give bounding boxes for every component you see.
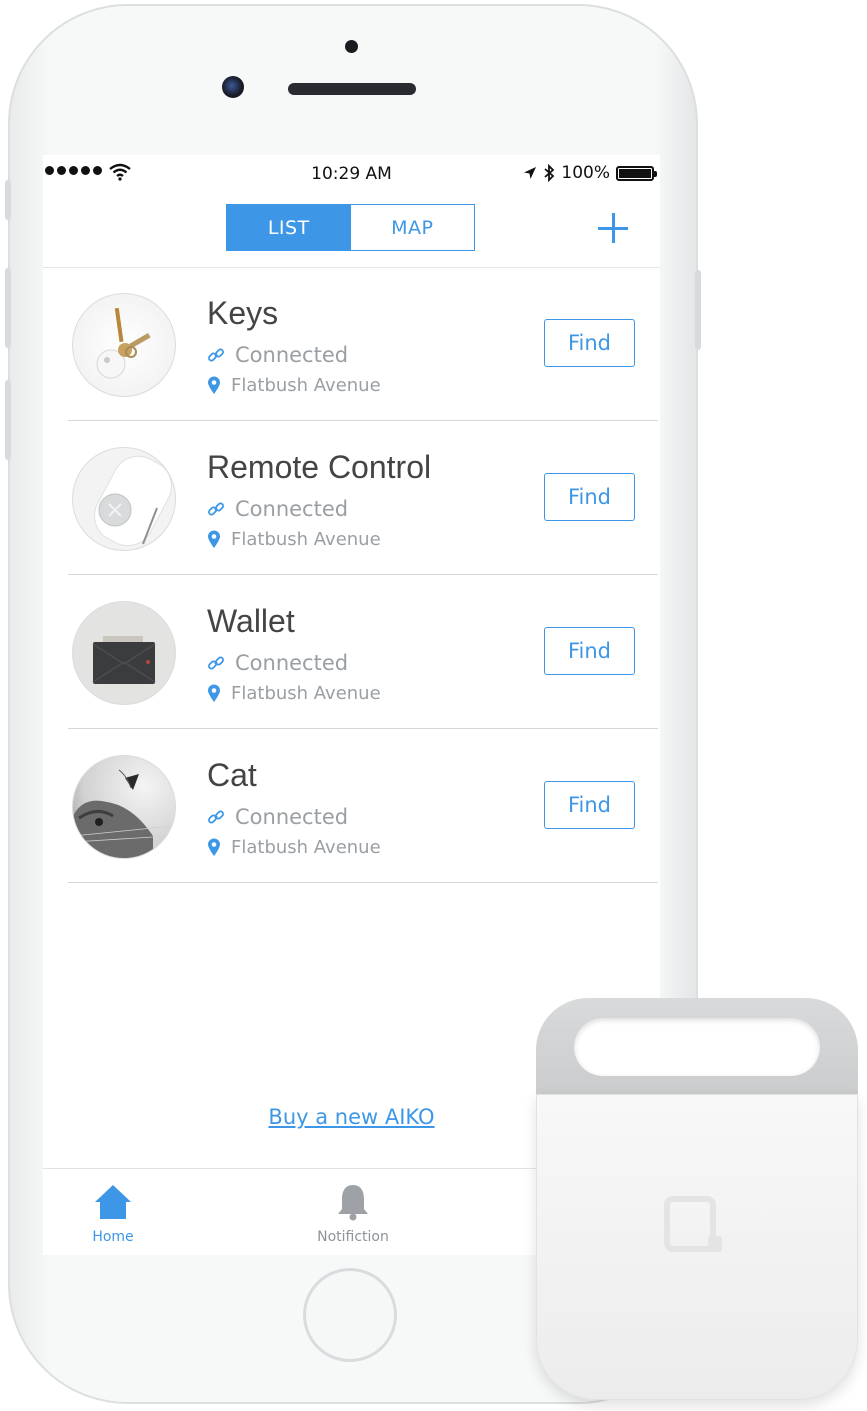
bell-icon — [338, 1185, 368, 1221]
list-item[interactable]: Remote Control Connected Flatbush Avenue… — [68, 421, 658, 575]
location-pin-icon — [208, 684, 220, 702]
item-status-line: Connected — [207, 805, 348, 829]
tab-home[interactable]: Home — [53, 1183, 173, 1245]
find-button[interactable]: Find — [544, 319, 635, 367]
item-status-line: Connected — [207, 651, 348, 675]
location-pin-icon — [208, 838, 220, 856]
item-status: Connected — [235, 805, 349, 829]
location-pin-icon — [208, 530, 220, 548]
item-name: Cat — [207, 757, 257, 793]
bluetooth-icon — [544, 164, 555, 182]
tag-keyring-top — [536, 998, 858, 1100]
cat-thumbnail — [72, 755, 176, 859]
top-header: LIST MAP — [43, 193, 660, 268]
phone-volume-up — [5, 268, 11, 348]
item-location: Flatbush Avenue — [231, 837, 381, 858]
item-status: Connected — [235, 651, 349, 675]
proximity-sensor — [345, 40, 358, 53]
home-button[interactable] — [303, 1268, 397, 1362]
tab-notification[interactable]: Notifiction — [293, 1183, 413, 1245]
home-icon — [95, 1185, 131, 1219]
find-button[interactable]: Find — [544, 781, 635, 829]
item-status: Connected — [235, 343, 349, 367]
tab-map[interactable]: MAP — [350, 205, 474, 250]
item-status: Connected — [235, 497, 349, 521]
tab-list[interactable]: LIST — [227, 205, 351, 250]
link-icon — [208, 656, 224, 670]
remote-control-thumbnail — [72, 447, 176, 551]
find-button[interactable]: Find — [544, 473, 635, 521]
find-button[interactable]: Find — [544, 627, 635, 675]
link-icon — [208, 810, 224, 824]
phone-volume-down — [5, 380, 11, 460]
item-location: Flatbush Avenue — [231, 375, 381, 396]
item-name: Remote Control — [207, 449, 432, 485]
item-name: Keys — [207, 295, 279, 331]
item-status-line: Connected — [207, 497, 348, 521]
tag-keyring-hole — [574, 1018, 820, 1076]
wallet-thumbnail — [72, 601, 176, 705]
keys-thumbnail — [72, 293, 176, 397]
item-location-line: Flatbush Avenue — [207, 529, 381, 550]
item-location: Flatbush Avenue — [231, 529, 381, 550]
aiko-logo-icon — [664, 1196, 722, 1252]
front-camera — [222, 76, 244, 98]
battery-icon — [616, 165, 657, 181]
location-arrow-icon — [524, 167, 537, 179]
location-pin-icon — [208, 376, 220, 394]
item-name: Wallet — [207, 603, 295, 639]
item-location-line: Flatbush Avenue — [207, 375, 381, 396]
phone-power-button — [695, 270, 701, 350]
item-status-line: Connected — [207, 343, 348, 367]
plus-icon[interactable] — [596, 211, 632, 247]
status-right: 100% — [523, 163, 657, 183]
battery-percent: 100% — [561, 163, 610, 183]
view-segmented-control: LIST MAP — [226, 204, 475, 251]
list-item[interactable]: Cat Connected Flatbush Avenue Find — [68, 729, 658, 883]
item-location-line: Flatbush Avenue — [207, 683, 381, 704]
item-location: Flatbush Avenue — [231, 683, 381, 704]
link-icon — [208, 502, 224, 516]
earpiece-speaker — [288, 83, 416, 95]
list-item[interactable]: Wallet Connected Flatbush Avenue Find — [68, 575, 658, 729]
status-bar: 10:29 AM 100% — [43, 155, 660, 193]
item-location-line: Flatbush Avenue — [207, 837, 381, 858]
link-icon — [208, 348, 224, 362]
aiko-tracker-tag — [536, 998, 858, 1400]
list-item[interactable]: Keys Connected Flatbush Avenue Find — [68, 267, 658, 421]
tab-home-label: Home — [92, 1229, 134, 1245]
phone-silent-switch — [5, 180, 11, 220]
tab-notification-label: Notifiction — [317, 1229, 389, 1245]
